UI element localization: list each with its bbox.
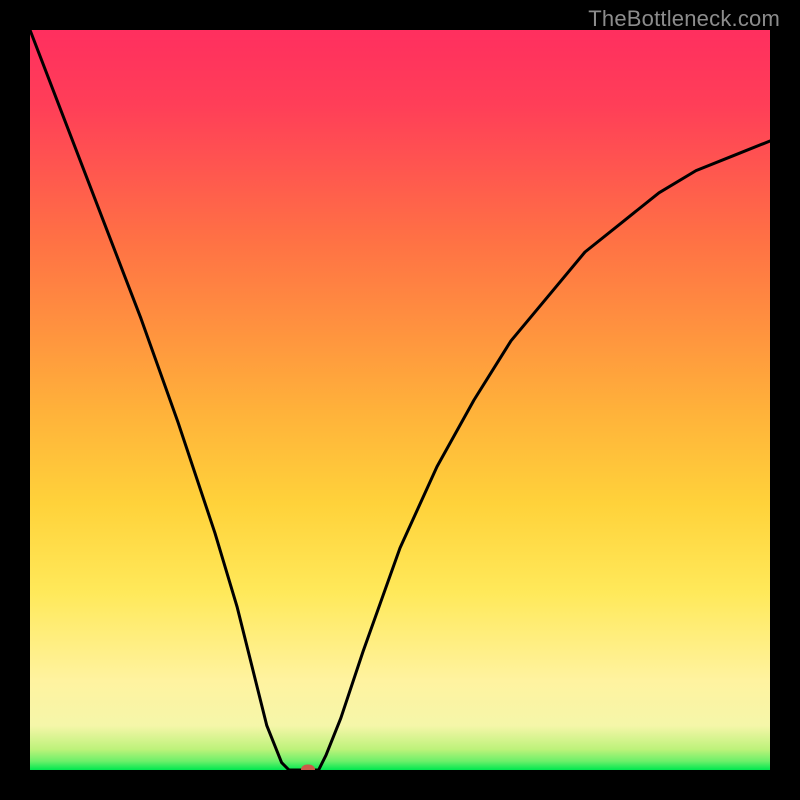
optimum-marker xyxy=(301,765,315,771)
plot-area xyxy=(30,30,770,770)
chart-frame: TheBottleneck.com xyxy=(0,0,800,800)
bottleneck-curve xyxy=(30,30,770,770)
watermark-text: TheBottleneck.com xyxy=(588,6,780,32)
